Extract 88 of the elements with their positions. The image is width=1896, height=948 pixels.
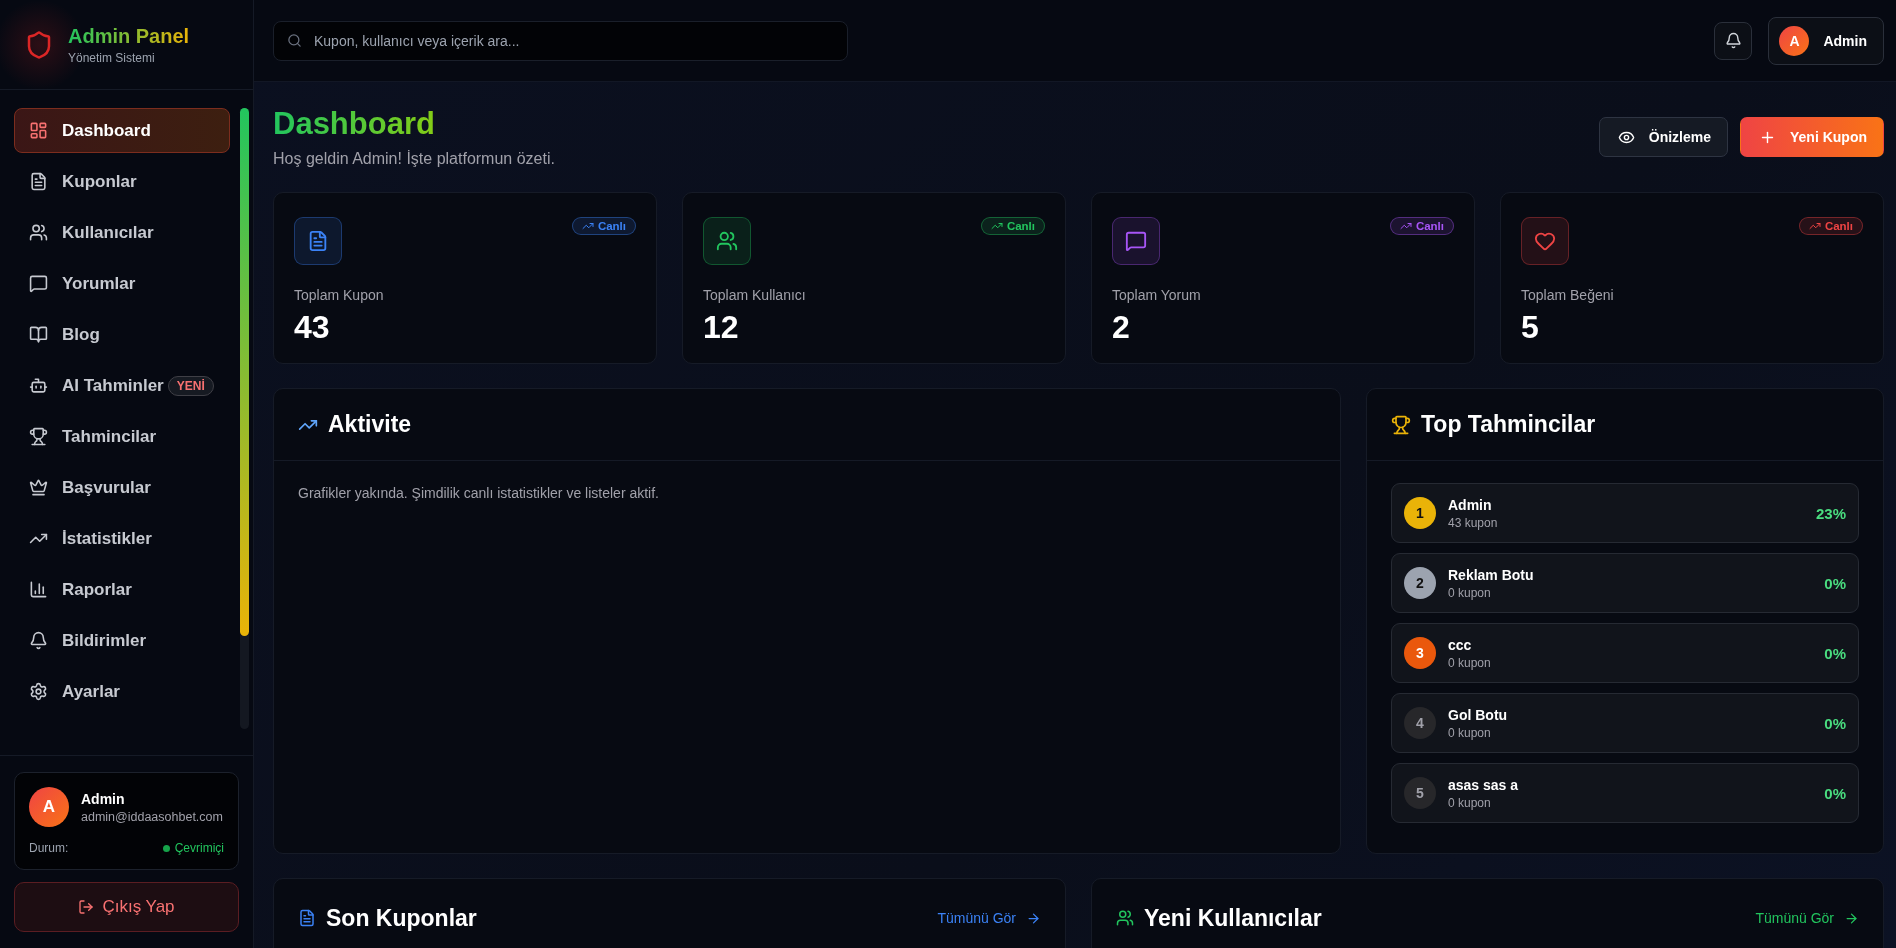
new-badge: YENİ	[167, 375, 214, 396]
predictor-row[interactable]: 4 Gol Botu 0 kupon 0%	[1391, 693, 1859, 753]
book-icon	[29, 325, 48, 344]
stat-label: Toplam Kupon	[294, 287, 385, 303]
predictor-count: 0 kupon	[1448, 655, 1492, 670]
bell-icon	[1724, 32, 1742, 49]
stat-value: 5	[1521, 309, 1540, 346]
robot-icon	[29, 376, 48, 395]
stat-label: Toplam Beğeni	[1521, 287, 1615, 303]
view-all-link[interactable]: Tümünü Gör	[1755, 910, 1859, 926]
rank-badge: 2	[1404, 567, 1436, 599]
rank-badge: 3	[1404, 637, 1436, 669]
stat-value: 2	[1112, 309, 1131, 346]
predictor-count: 0 kupon	[1448, 795, 1492, 810]
crown-icon	[29, 478, 48, 497]
predictor-rate: 0%	[1824, 714, 1846, 732]
trophy-icon	[1391, 414, 1411, 435]
sidebar-item[interactable]: Yorumlar	[14, 261, 230, 306]
arrow-right-icon	[1026, 910, 1041, 926]
card-title: Aktivite	[328, 411, 412, 438]
predictor-rate: 23%	[1815, 504, 1846, 522]
sidebar-item[interactable]: Kuponlar	[14, 159, 230, 204]
bar-chart-icon	[29, 580, 48, 599]
predictor-rate: 0%	[1824, 644, 1846, 662]
activity-note: Grafikler yakında. Şimdilik canlı istatistikler ve listeler aktif.	[298, 485, 660, 501]
predictor-rate: 0%	[1824, 574, 1846, 592]
live-badge: Canlı	[1389, 217, 1454, 235]
user-avatar: A	[1779, 25, 1810, 56]
document-icon	[29, 172, 48, 191]
logout-icon	[78, 899, 95, 915]
notification-button[interactable]	[1714, 21, 1753, 60]
live-badge: Canlı	[571, 217, 636, 235]
card-title: Top Tahmincilar	[1421, 411, 1596, 438]
status-label: Durum:	[29, 841, 69, 855]
arrow-right-icon	[1844, 910, 1859, 926]
search-field[interactable]: Kupon, kullanıcı veya içerik ara...	[273, 20, 848, 61]
user-name: Admin	[81, 790, 126, 807]
view-all-link[interactable]: Tümünü Gör	[937, 910, 1041, 926]
predictor-name: ccc	[1448, 636, 1473, 653]
search-icon	[287, 32, 302, 48]
stat-value: 43	[294, 309, 331, 346]
sidebar-item[interactable]: Ayarlar	[14, 669, 230, 714]
page-subtitle: Hoş geldin Admin! İşte platformun özeti.	[273, 150, 555, 168]
chat-bubble-icon	[29, 274, 48, 293]
sidebar-item[interactable]: Başvurular	[14, 465, 230, 510]
scrollbar[interactable]	[240, 108, 249, 729]
stat-label: Toplam Yorum	[1112, 287, 1202, 303]
live-badge: Canlı	[1798, 217, 1863, 235]
sidebar-item[interactable]: AI Tahminler YENİ	[14, 363, 230, 408]
settings-icon	[29, 682, 48, 701]
predictor-row[interactable]: 2 Reklam Botu 0 kupon 0%	[1391, 553, 1859, 613]
predictor-name: Gol Botu	[1448, 706, 1509, 723]
sidebar-item[interactable]: Tahmincilar	[14, 414, 230, 459]
predictor-name: Reklam Botu	[1448, 566, 1535, 583]
user-email: admin@iddaasohbet.com	[81, 809, 223, 824]
predictor-row[interactable]: 1 Admin 43 kupon 23%	[1391, 483, 1859, 543]
rank-badge: 4	[1404, 707, 1436, 739]
predictor-row[interactable]: 5 asas sas a 0 kupon 0%	[1391, 763, 1859, 823]
user-menu-button[interactable]: A Admin	[1768, 16, 1884, 65]
predictor-name: Admin	[1448, 496, 1493, 513]
sidebar-item[interactable]: Blog	[14, 312, 230, 357]
sidebar-item[interactable]: Dashboard	[14, 108, 230, 153]
dashboard-grid-icon	[29, 121, 48, 140]
trophy-icon	[29, 427, 48, 446]
user-avatar: A	[29, 787, 69, 827]
card-title: Son Kuponlar	[326, 904, 477, 932]
stat-value: 12	[703, 309, 740, 346]
sidebar-item[interactable]: İstatistikler	[14, 516, 230, 561]
predictor-count: 0 kupon	[1448, 585, 1492, 600]
sidebar-item[interactable]: Bildirimler	[14, 618, 230, 663]
users-icon	[29, 223, 48, 242]
sidebar-item[interactable]: Raporlar	[14, 567, 230, 612]
rank-badge: 1	[1404, 497, 1436, 529]
live-badge: Canlı	[980, 217, 1045, 235]
card-title: Yeni Kullanıcılar	[1144, 904, 1322, 932]
bell-icon	[29, 631, 48, 650]
predictor-rate: 0%	[1824, 784, 1846, 802]
status-text: Çevrimiçi	[174, 841, 224, 855]
predictor-count: 43 kupon	[1448, 515, 1499, 530]
stat-label: Toplam Kullanıcı	[703, 287, 807, 303]
rank-badge: 5	[1404, 777, 1436, 809]
logout-button[interactable]: Çıkış Yap	[14, 882, 239, 932]
predictor-count: 0 kupon	[1448, 725, 1492, 740]
predictor-name: asas sas a	[1448, 776, 1520, 793]
sidebar-item[interactable]: Kullanıcılar	[14, 210, 230, 255]
predictor-row[interactable]: 3 ccc 0 kupon 0%	[1391, 623, 1859, 683]
brand-subtitle: Yönetim Sistemi	[68, 50, 156, 65]
preview-button[interactable]: Önizleme	[1598, 117, 1728, 157]
